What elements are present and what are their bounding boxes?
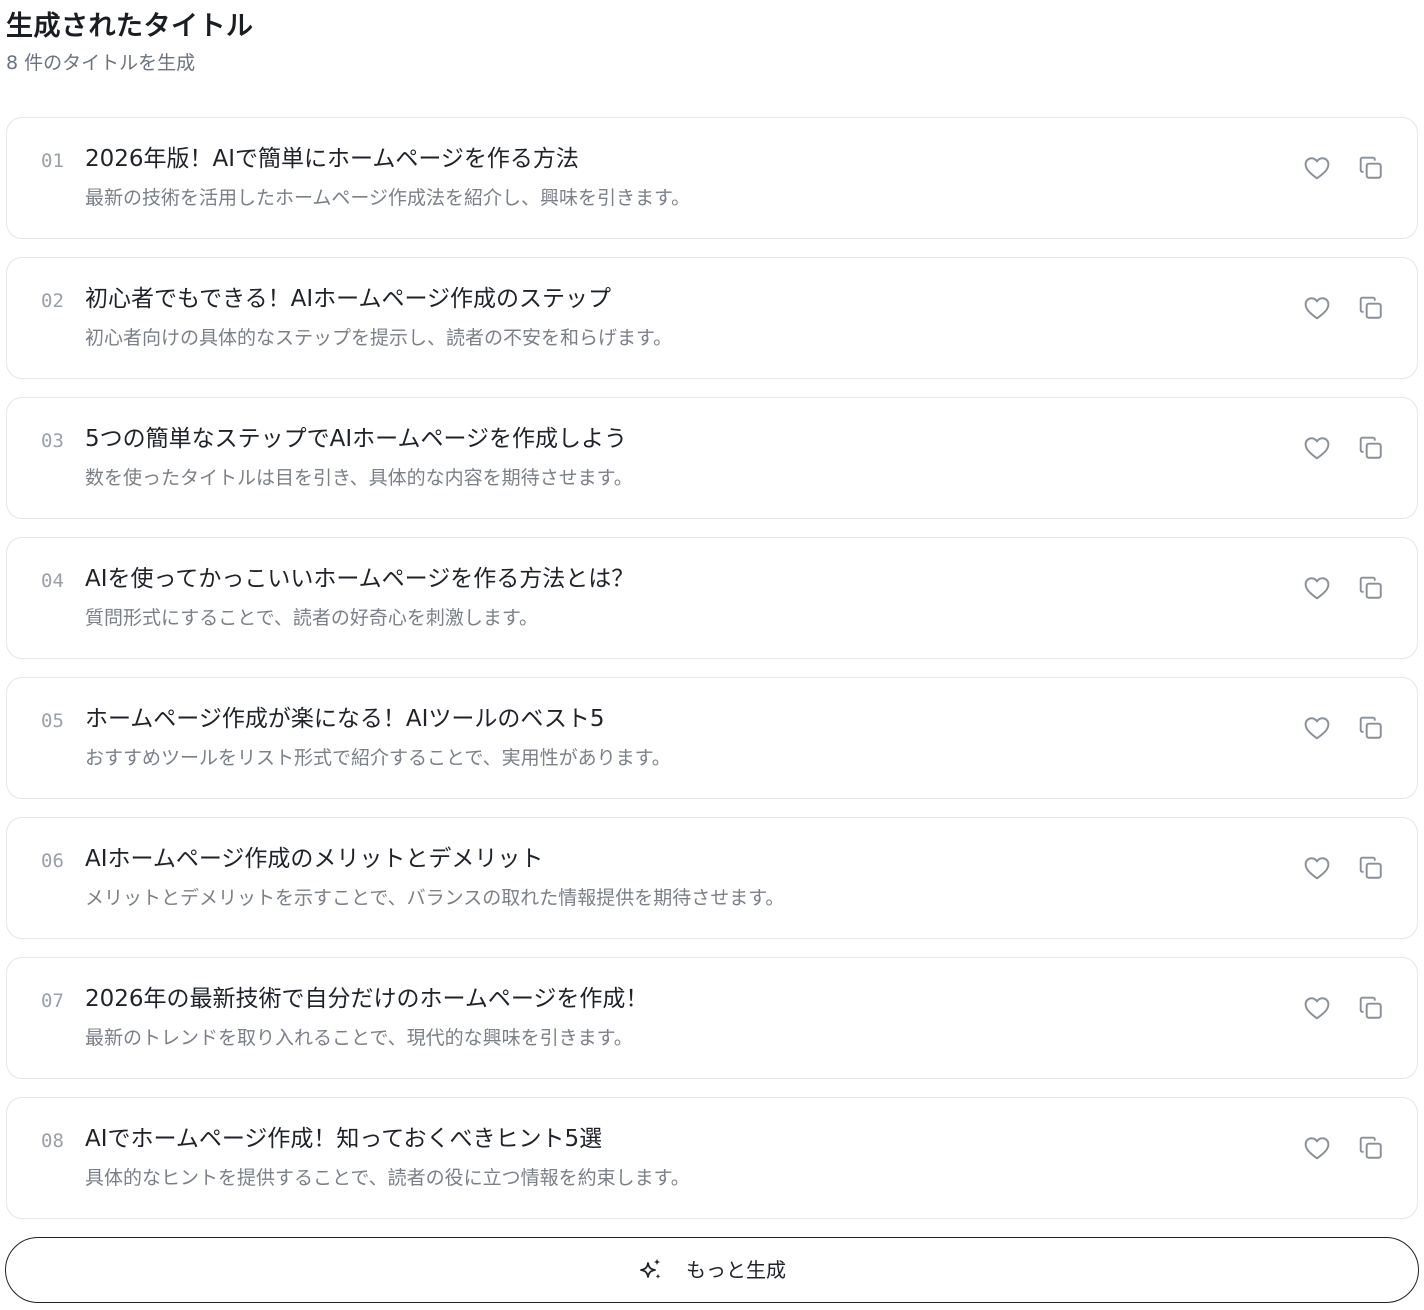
copy-icon <box>1359 856 1382 879</box>
title-text: AIでホームページ作成！知っておくべきヒント5選 <box>85 1126 603 1152</box>
title-card: 02 初心者でもできる！AIホームページ作成のステップ 初心者向けの具体的なステ… <box>6 257 1418 379</box>
like-button[interactable] <box>1301 712 1333 744</box>
copy-icon <box>1359 576 1382 599</box>
title-description: 質問形式にすることで、読者の好奇心を刺激します。 <box>85 607 538 629</box>
title-number: 07 <box>41 990 64 1012</box>
title-number: 03 <box>41 430 64 452</box>
generate-more-button[interactable]: もっと生成 <box>5 1237 1419 1303</box>
title-list: 01 2026年版！AIで簡単にホームページを作る方法 最新の技術を活用したホー… <box>6 117 1418 1237</box>
copy-icon <box>1359 296 1382 319</box>
like-button[interactable] <box>1301 852 1333 884</box>
title-description: 最新の技術を活用したホームページ作成法を紹介し、興味を引きます。 <box>85 187 691 209</box>
title-number: 01 <box>41 150 64 172</box>
results-header: 生成されたタイトル 8 件のタイトルを生成 <box>6 8 254 76</box>
copy-icon <box>1359 436 1382 459</box>
title-number: 06 <box>41 850 64 872</box>
generate-more-label: もっと生成 <box>686 1258 786 1282</box>
heart-icon <box>1304 717 1330 740</box>
title-description: 数を使ったタイトルは目を引き、具体的な内容を期待させます。 <box>85 467 633 489</box>
heart-icon <box>1304 857 1330 880</box>
heart-icon <box>1304 297 1330 320</box>
like-button[interactable] <box>1301 572 1333 604</box>
like-button[interactable] <box>1301 432 1333 464</box>
title-description: メリットとデメリットを示すことで、バランスの取れた情報提供を期待させます。 <box>85 887 785 909</box>
title-card: 07 2026年の最新技術で自分だけのホームページを作成！ 最新のトレンドを取り… <box>6 957 1418 1079</box>
copy-icon <box>1359 156 1382 179</box>
like-button[interactable] <box>1301 292 1333 324</box>
title-card: 01 2026年版！AIで簡単にホームページを作る方法 最新の技術を活用したホー… <box>6 117 1418 239</box>
like-button[interactable] <box>1301 152 1333 184</box>
like-button[interactable] <box>1301 992 1333 1024</box>
title-card: 06 AIホームページ作成のメリットとデメリット メリットとデメリットを示すこと… <box>6 817 1418 939</box>
heart-icon <box>1304 157 1330 180</box>
title-description: 最新のトレンドを取り入れることで、現代的な興味を引きます。 <box>85 1027 633 1049</box>
result-count: 8 件のタイトルを生成 <box>6 52 196 74</box>
title-text: AIを使ってかっこいいホームページを作る方法とは？ <box>85 566 635 592</box>
title-number: 04 <box>41 570 64 592</box>
title-card: 08 AIでホームページ作成！知っておくべきヒント5選 具体的なヒントを提供する… <box>6 1097 1418 1219</box>
title-text: 5つの簡単なステップでAIホームページを作成しよう <box>85 426 628 452</box>
heart-icon <box>1304 997 1330 1020</box>
title-description: おすすめツールをリスト形式で紹介することで、実用性があります。 <box>85 747 671 769</box>
heart-icon <box>1304 1137 1330 1160</box>
copy-button[interactable] <box>1355 432 1387 464</box>
title-text: AIホームページ作成のメリットとデメリット <box>85 846 544 872</box>
heart-icon <box>1304 437 1330 460</box>
copy-button[interactable] <box>1355 292 1387 324</box>
copy-button[interactable] <box>1355 852 1387 884</box>
title-text: 2026年版！AIで簡単にホームページを作る方法 <box>85 146 579 172</box>
title-card: 05 ホームページ作成が楽になる！AIツールのベスト5 おすすめツールをリスト形… <box>6 677 1418 799</box>
heart-icon <box>1304 577 1330 600</box>
copy-icon <box>1359 1136 1382 1159</box>
sparkles-icon <box>638 1257 664 1283</box>
title-number: 08 <box>41 1130 64 1152</box>
title-card: 04 AIを使ってかっこいいホームページを作る方法とは？ 質問形式にすることで、… <box>6 537 1418 659</box>
title-text: 2026年の最新技術で自分だけのホームページを作成！ <box>85 986 649 1012</box>
copy-button[interactable] <box>1355 1132 1387 1164</box>
copy-icon <box>1359 716 1382 739</box>
title-text: 初心者でもできる！AIホームページ作成のステップ <box>85 286 611 312</box>
copy-button[interactable] <box>1355 152 1387 184</box>
title-description: 初心者向けの具体的なステップを提示し、読者の不安を和らげます。 <box>85 327 673 349</box>
title-number: 02 <box>41 290 64 312</box>
copy-button[interactable] <box>1355 712 1387 744</box>
title-card: 03 5つの簡単なステップでAIホームページを作成しよう 数を使ったタイトルは目… <box>6 397 1418 519</box>
like-button[interactable] <box>1301 1132 1333 1164</box>
page-title: 生成されたタイトル <box>6 11 254 42</box>
title-text: ホームページ作成が楽になる！AIツールのベスト5 <box>85 706 605 732</box>
title-number: 05 <box>41 710 64 732</box>
title-description: 具体的なヒントを提供することで、読者の役に立つ情報を約束します。 <box>85 1167 690 1189</box>
copy-icon <box>1359 996 1382 1019</box>
copy-button[interactable] <box>1355 992 1387 1024</box>
copy-button[interactable] <box>1355 572 1387 604</box>
